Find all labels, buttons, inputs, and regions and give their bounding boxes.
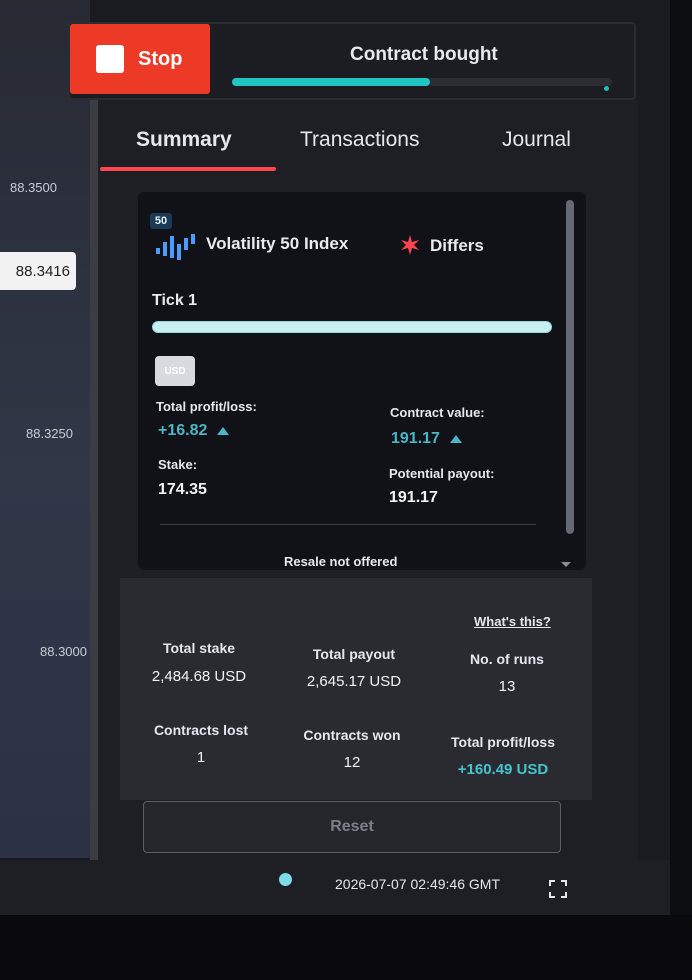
up-arrow-icon — [449, 434, 462, 443]
market-badge: 50 — [150, 213, 172, 229]
stop-icon — [96, 45, 124, 73]
up-arrow-icon — [217, 426, 230, 435]
total-payout-label: Total payout — [312, 646, 396, 662]
tab-transactions[interactable]: Transactions — [300, 128, 419, 152]
volatility-index-icon — [156, 234, 195, 260]
contracts-won-value: 12 — [343, 754, 361, 771]
tick-label: Tick 1 — [152, 292, 198, 309]
price-axis-label: 88.3000 — [40, 644, 87, 659]
price-axis-label: 88.3250 — [26, 426, 73, 441]
reset-button[interactable]: Reset — [143, 801, 561, 853]
screen: 88.3500 88.3416 88.3250 88.3000 Stop Con… — [0, 0, 670, 915]
fullscreen-icon[interactable] — [549, 880, 567, 898]
connection-status-icon — [279, 873, 292, 886]
runs-label: No. of runs — [470, 651, 544, 667]
market-name: Volatility 50 Index — [206, 234, 349, 253]
total-stake-value: 2,484.68 USD — [151, 668, 247, 685]
contract-progress-bar — [232, 78, 612, 86]
total-profit-loss-label: Total profit/loss: — [156, 399, 257, 414]
progress-end-dot — [604, 86, 609, 91]
stop-button[interactable]: Stop — [70, 24, 210, 94]
tick-progress-bar — [152, 321, 552, 333]
total-profit-loss-value: +16.82 — [158, 422, 230, 440]
stake-value: 174.35 — [158, 481, 207, 498]
active-tab-indicator — [100, 167, 276, 171]
currency-icon: USD — [155, 356, 195, 386]
contract-progress-fill — [232, 78, 430, 86]
runs-value: 13 — [498, 678, 516, 695]
server-time: 2026-07-07 02:49:46 GMT — [335, 876, 500, 892]
resale-note: Resale not offered — [284, 554, 398, 569]
contracts-lost-value: 1 — [196, 749, 206, 766]
price-axis-label: 88.3500 — [10, 180, 57, 195]
summary-profit-loss-value: +160.49 USD — [457, 761, 549, 778]
contracts-lost-label: Contracts lost — [153, 722, 249, 738]
tab-summary[interactable]: Summary — [136, 128, 232, 152]
trade-type: Differs — [430, 236, 484, 255]
monitor-bezel — [0, 915, 692, 980]
summary-profit-loss-label: Total profit/loss — [451, 734, 555, 750]
differs-icon — [401, 235, 419, 255]
total-payout-value: 2,645.17 USD — [306, 673, 402, 690]
card-divider — [160, 524, 536, 525]
potential-payout-label: Potential payout: — [389, 466, 495, 481]
price-chart[interactable]: 88.3500 88.3416 88.3250 88.3000 — [0, 0, 90, 858]
current-price-marker: 88.3416 — [0, 252, 76, 290]
contract-value: 191.17 — [391, 430, 462, 448]
contract-status: Contract bought — [350, 44, 498, 65]
contract-card-scrollbar[interactable] — [566, 200, 574, 534]
stop-label: Stop — [138, 47, 183, 70]
contracts-won-label: Contracts won — [303, 727, 401, 743]
tab-journal[interactable]: Journal — [502, 128, 571, 152]
potential-payout-value: 191.17 — [389, 489, 438, 506]
chevron-down-icon[interactable] — [561, 562, 571, 567]
whats-this-link[interactable]: What's this? — [474, 614, 551, 629]
stake-label: Stake: — [158, 457, 198, 472]
total-stake-label: Total stake — [162, 640, 236, 656]
monitor-bezel — [670, 0, 692, 980]
contract-value-label: Contract value: — [390, 405, 485, 420]
